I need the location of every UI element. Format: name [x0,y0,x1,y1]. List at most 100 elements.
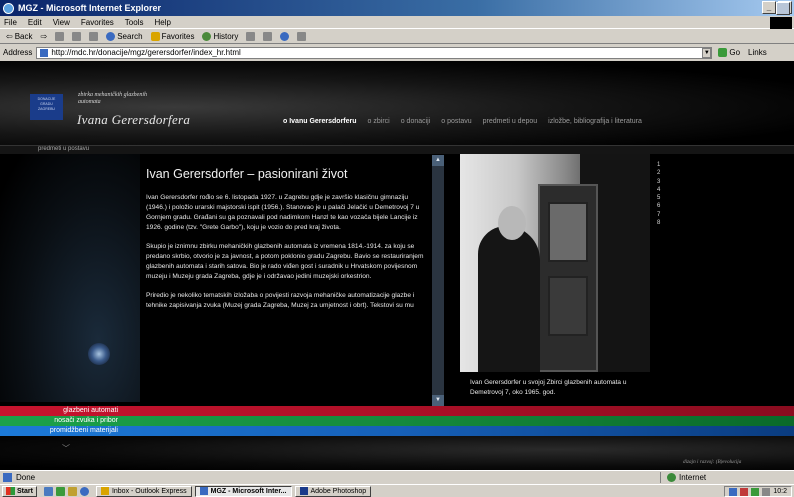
task-ie-mgz[interactable]: MGZ - Microsoft Inter... [194,485,292,497]
forward-button[interactable]: ⇨ [41,32,48,41]
man-figure [478,226,540,372]
task-outlook-express[interactable]: Inbox - Outlook Express [95,485,192,497]
ie-quicklaunch-icon[interactable] [43,486,53,496]
browser-window: MGZ - Microsoft Internet Explorer _ □ Fi… [0,0,794,497]
orchestrion-cabinet [538,184,598,372]
article-paragraph: Ivan Gerersdorfer rođio se 6. listopada … [146,194,420,231]
photo-page-link[interactable]: 4 [657,186,660,194]
photo-page-link[interactable]: 7 [657,211,660,219]
scroll-up-icon[interactable]: ▲ [432,155,444,166]
menu-file[interactable]: File [4,18,17,27]
menu-bar: File Edit View Favorites Tools Help [0,16,794,29]
links-button[interactable]: Links [748,48,767,57]
glowing-knob-decoration [88,343,110,365]
go-arrow-icon [718,48,728,57]
chevron-down-icon[interactable]: ﹀ [62,443,70,454]
start-label: Start [17,487,33,495]
status-bar: Done Internet [0,470,794,483]
tray-icon[interactable] [751,487,760,496]
photo-page-link[interactable]: 6 [657,202,660,210]
category-nosaci-zvuka[interactable]: nosači zvuka i pribor [0,416,794,426]
search-button[interactable]: Search [106,32,143,41]
edit-icon [280,32,290,41]
design-credit[interactable]: dizajn i razvoj: (B)evolucija [683,459,741,465]
category-promidzbeni-materijali[interactable]: promidžbeni materijali [0,426,794,436]
minimize-button[interactable]: _ [762,1,776,14]
status-text: Done [16,472,36,482]
favorites-label: Favorites [161,32,195,41]
ie-icon [199,487,208,495]
menu-help[interactable]: Help [154,18,170,27]
address-label: Address [3,48,33,57]
man-head [498,206,526,240]
address-dropdown-button[interactable]: ▼ [702,47,712,58]
category-label: nosači zvuka i pribor [54,417,118,424]
photo-caption: Ivan Gerersdorfer u svojoj Zbirci glazbe… [470,379,627,396]
refresh-button[interactable] [72,32,82,41]
go-button[interactable]: Go [718,48,740,57]
history-icon [202,32,212,41]
scroll-down-icon[interactable]: ▼ [432,395,444,406]
print-button[interactable] [263,32,273,41]
photoshop-icon [299,487,308,495]
page-done-icon [3,472,12,482]
menu-edit[interactable]: Edit [28,18,42,27]
address-input[interactable]: http://mdc.hr/donacije/mgz/gerersdorfer/… [36,46,713,59]
discuss-icon [297,32,307,41]
donation-logo[interactable]: DONACIJE GRADU ZAGREBU [30,94,63,120]
internet-globe-icon [667,473,676,482]
photo-page-link[interactable]: 3 [657,178,660,186]
discuss-button[interactable] [297,32,307,41]
go-label: Go [729,48,741,57]
subnav-predmeti-u-postavu[interactable]: predmeti u postavu [38,145,89,154]
outlook-quicklaunch-icon[interactable] [55,486,65,496]
nav-izlozbe[interactable]: izložbe, bibliografija i literatura [548,118,642,125]
start-button[interactable]: Start [2,485,37,497]
home-icon [89,32,99,41]
search-label: Search [117,32,143,41]
back-label: Back [14,32,33,41]
tray-icon[interactable] [729,487,738,496]
back-arrow-icon: ⇦ [6,32,13,41]
gerersdorfer-photo [460,154,650,372]
task-photoshop[interactable]: Adobe Photoshop [294,485,372,497]
menu-favorites[interactable]: Favorites [81,18,114,27]
nav-o-donaciji[interactable]: o donaciji [401,118,431,125]
back-button[interactable]: ⇦ Back [6,32,33,41]
nav-o-postavu[interactable]: o postavu [441,118,471,125]
nav-o-zbirci[interactable]: o zbirci [368,118,390,125]
brand-name[interactable]: Ivana Gerersdorfera [77,112,190,128]
edit-button[interactable] [280,32,290,41]
refresh-icon [72,32,82,41]
photo-page-link[interactable]: 2 [657,169,660,177]
footer-decoration [0,436,794,470]
photo-page-link[interactable]: 5 [657,194,660,202]
history-button[interactable]: History [202,32,238,41]
task-label: MGZ - Microsoft Inter... [210,487,287,495]
mail-button[interactable] [246,32,256,41]
tray-icon[interactable] [740,487,749,496]
favorites-icon [150,32,160,41]
favorites-button[interactable]: Favorites [150,32,195,41]
titlebar-controls: _ □ [762,1,792,15]
photo-page-link[interactable]: 8 [657,219,660,227]
task-label: Inbox - Outlook Express [111,487,187,495]
article-paragraph: Priredio je nekoliko tematskih izložaba … [146,292,415,309]
main-nav: o Ivanu Gerersdorferu o zbirci o donacij… [283,118,642,125]
photo-page-link[interactable]: 1 [657,161,660,169]
desktop-quicklaunch-icon[interactable] [67,486,77,496]
home-button[interactable] [89,32,99,41]
article-scrollbar[interactable]: ▲ ▼ [432,155,444,406]
menu-tools[interactable]: Tools [125,18,144,27]
media-quicklaunch-icon[interactable] [79,486,89,496]
mail-icon [246,32,256,41]
tray-icon[interactable] [762,487,771,496]
forward-arrow-icon: ⇨ [40,32,48,41]
menu-view[interactable]: View [53,18,70,27]
nav-o-ivanu[interactable]: o Ivanu Gerersdorferu [283,118,357,125]
category-glazbeni-automati[interactable]: glazbeni automati [0,406,794,416]
category-label: glazbeni automati [63,407,118,414]
zone-label: Internet [679,473,707,482]
nav-predmeti-u-depou[interactable]: predmeti u depou [483,118,537,125]
stop-button[interactable] [55,32,65,41]
